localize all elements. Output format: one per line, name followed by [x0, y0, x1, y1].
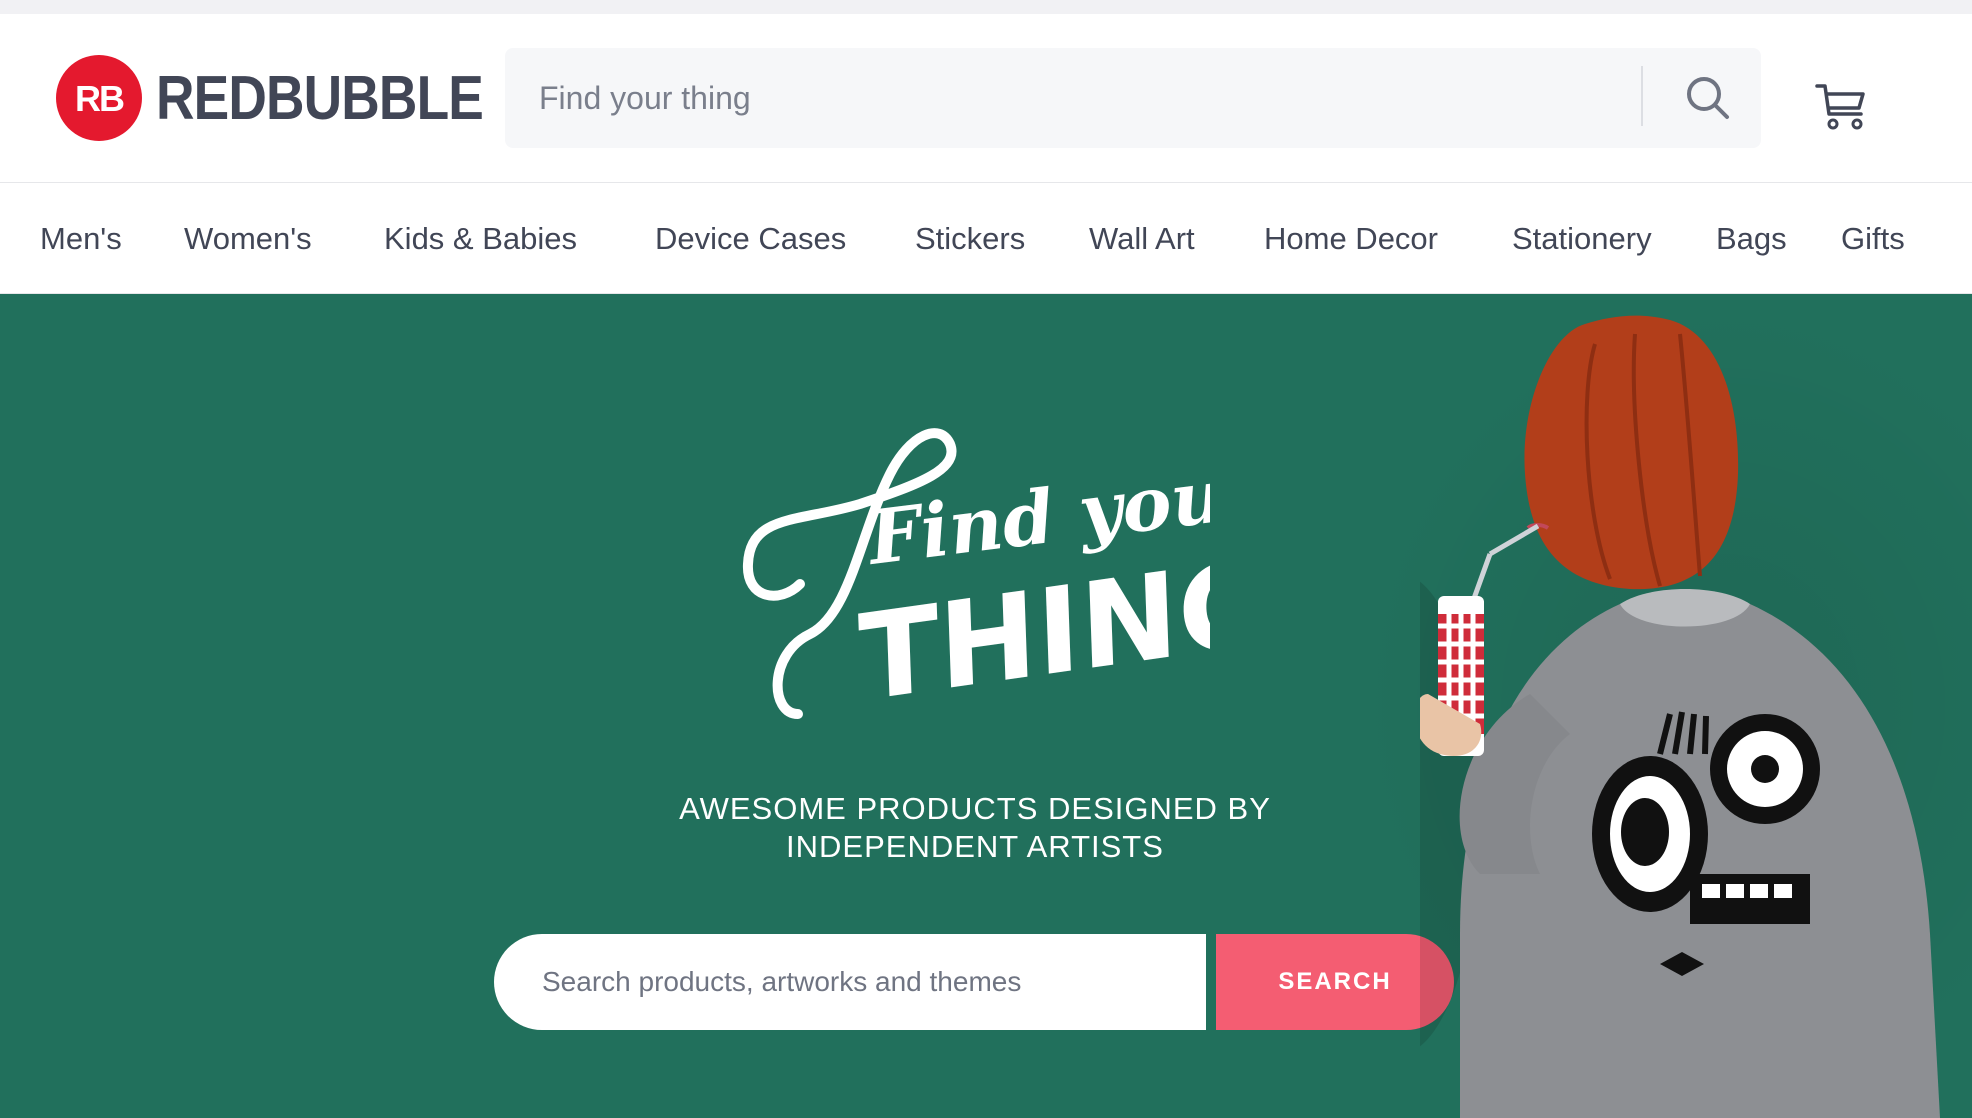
logo-mark-icon: RB	[56, 55, 142, 141]
nav-item-kids-babies[interactable]: Kids & Babies	[384, 223, 577, 254]
top-strip	[0, 0, 1972, 14]
tagline-line2: INDEPENDENT ARTISTS	[786, 829, 1164, 864]
logo-mark-text: RB	[75, 78, 124, 119]
nav-item-wall-art[interactable]: Wall Art	[1089, 223, 1195, 254]
cart-icon	[1815, 84, 1865, 130]
search-divider	[1641, 66, 1643, 126]
redbubble-logo[interactable]: RB REDBUBBLE	[56, 54, 536, 142]
hero-tagline: AWESOME PRODUCTS DESIGNED BY INDEPENDENT…	[560, 790, 1390, 866]
cart-button[interactable]	[1813, 78, 1869, 134]
header-search-button[interactable]	[1655, 48, 1761, 148]
find-your-thing-lettering: Find your THING	[742, 428, 1210, 728]
hero-search-button[interactable]: SEARCH	[1216, 934, 1454, 1030]
header-search	[505, 48, 1761, 148]
nav-item-gifts[interactable]: Gifts	[1841, 223, 1905, 254]
nav-item-device-cases[interactable]: Device Cases	[655, 223, 846, 254]
category-nav: Men's Women's Kids & Babies Device Cases…	[0, 182, 1972, 294]
hero-search-input[interactable]	[542, 934, 1182, 1030]
hero-search	[494, 934, 1206, 1030]
nav-item-stickers[interactable]: Stickers	[915, 223, 1025, 254]
header-search-input[interactable]	[539, 48, 1619, 148]
tagline-line1: AWESOME PRODUCTS DESIGNED BY	[679, 791, 1271, 826]
model-photo	[1420, 315, 1940, 1118]
nav-item-home-decor[interactable]: Home Decor	[1264, 223, 1438, 254]
nav-item-stationery[interactable]: Stationery	[1512, 223, 1652, 254]
nav-item-mens[interactable]: Men's	[40, 223, 122, 254]
hero-banner: Find your THING AWESOME PRODUCTS DESIGNE…	[0, 294, 1972, 1118]
nav-item-womens[interactable]: Women's	[184, 223, 312, 254]
search-icon	[1687, 77, 1729, 119]
nav-item-bags[interactable]: Bags	[1716, 223, 1787, 254]
brand-name: REDBUBBLE	[156, 63, 484, 133]
site-header: RB REDBUBBLE	[0, 14, 1972, 182]
